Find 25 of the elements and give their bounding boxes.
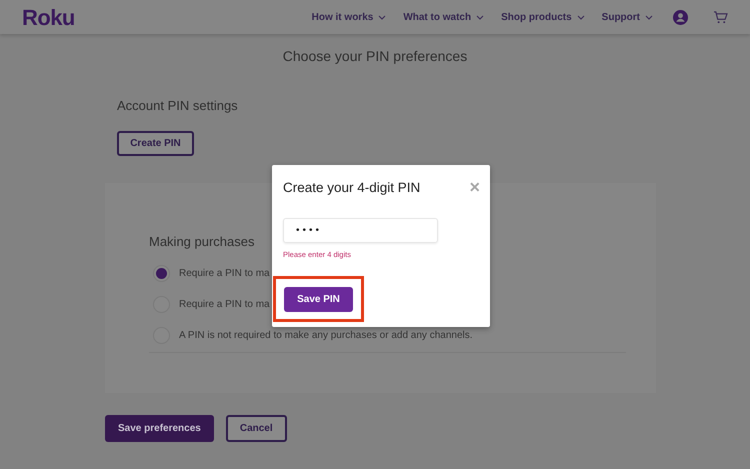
save-pin-button[interactable]: Save PIN — [284, 286, 353, 312]
radio-label: Require a PIN to ma — [179, 267, 270, 281]
nav-menu-item[interactable]: What to watch — [403, 10, 484, 24]
chevron-down-icon — [645, 14, 653, 20]
create-pin-button[interactable]: Create PIN — [117, 130, 194, 156]
radio-button[interactable] — [153, 265, 170, 282]
close-button[interactable]: × — [469, 178, 480, 196]
section-heading: Account PIN settings — [117, 97, 239, 115]
nav-menu-item[interactable]: How it works — [312, 10, 386, 24]
chevron-down-icon — [476, 14, 484, 20]
pin-input-field[interactable]: •••• — [283, 218, 438, 244]
cancel-button[interactable]: Cancel — [226, 414, 287, 442]
chevron-down-icon — [378, 14, 386, 20]
chevron-down-icon — [576, 14, 585, 20]
radio-label: Require a PIN to ma — [179, 298, 270, 312]
logo[interactable]: Roku — [22, 0, 75, 34]
page-title: Choose your PIN preferences — [282, 47, 468, 66]
nav-menu-item[interactable]: Shop products — [501, 10, 585, 24]
save-preferences-button[interactable]: Save preferences — [105, 414, 214, 442]
dialog-title: Create your 4-digit PIN — [283, 179, 420, 197]
section-heading: Making purchases — [149, 232, 254, 251]
nav-menu-item[interactable]: Support — [602, 10, 653, 24]
account-icon[interactable] — [673, 10, 688, 24]
shopping-cart-icon[interactable] — [713, 10, 728, 24]
radio-label: A PIN is not required to make any purchases or add any channels. — [179, 329, 473, 343]
